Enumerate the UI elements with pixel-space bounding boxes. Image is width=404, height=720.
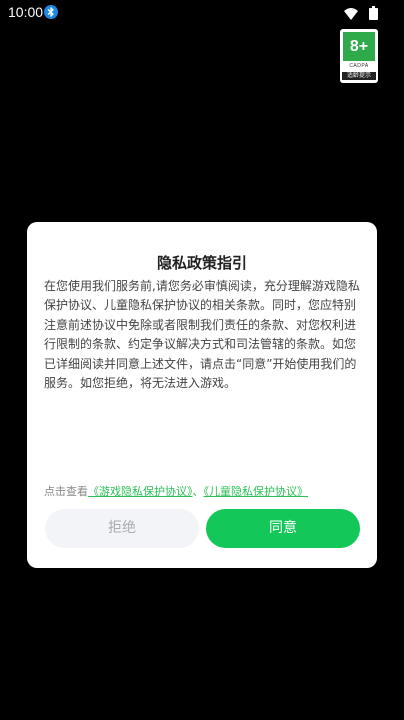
links-separator: 、	[192, 485, 204, 498]
battery-icon	[369, 5, 378, 24]
bluetooth-icon	[44, 5, 58, 19]
privacy-dialog: 隐私政策指引 在您使用我们服务前,请您务必审慎阅读，充分理解游戏隐私保护协议、儿…	[27, 222, 377, 568]
dialog-title: 隐私政策指引	[156, 254, 247, 272]
agree-button[interactable]: 同意	[206, 509, 360, 548]
links-prefix: 点击查看	[44, 485, 88, 498]
age-rating-tip: 适龄提示	[342, 72, 376, 80]
reject-button[interactable]: 拒绝	[45, 509, 199, 548]
age-rating-badge: 8+ CADPA 适龄提示	[340, 29, 378, 83]
status-bar: 10:00	[0, 0, 404, 26]
dialog-body: 在您使用我们服务前,请您务必审慎阅读，充分理解游戏隐私保护协议、儿童隐私保护协议…	[44, 279, 360, 391]
agreement-links: 点击查看《游戏隐私保护协议》、《儿童隐私保护协议》	[44, 483, 364, 499]
age-rating-value: 8+	[343, 32, 375, 61]
age-rating-org: CADPA	[349, 63, 369, 69]
child-privacy-link[interactable]: 《儿童隐私保护协议》	[204, 485, 309, 498]
game-privacy-link[interactable]: 《游戏隐私保护协议》	[88, 485, 193, 498]
wifi-icon	[344, 5, 358, 24]
status-time: 10:00	[8, 4, 44, 20]
